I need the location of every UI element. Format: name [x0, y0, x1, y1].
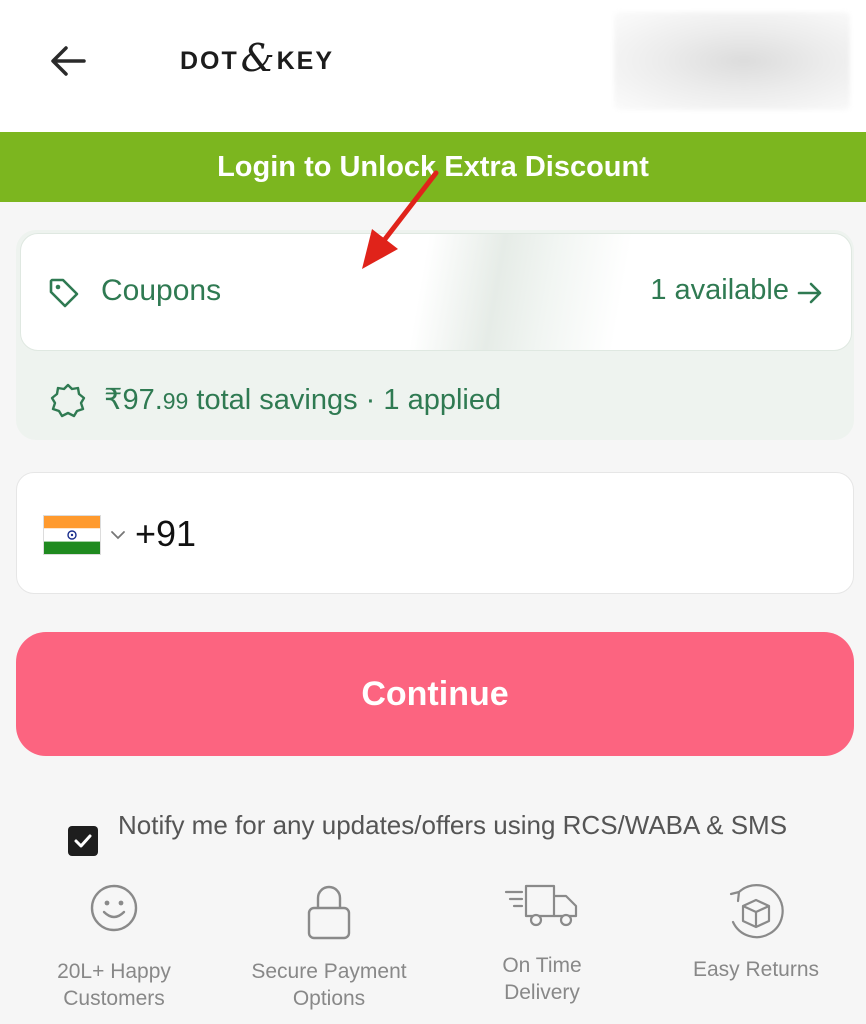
- india-flag-icon: [43, 515, 101, 555]
- arrow-right-icon: [797, 282, 822, 304]
- phone-field[interactable]: [16, 472, 854, 594]
- back-button[interactable]: [40, 38, 96, 84]
- chevron-down-icon: [111, 531, 125, 540]
- continue-button[interactable]: Continue: [16, 632, 854, 756]
- annotation-arrow-icon: [362, 170, 439, 269]
- feature-happy-customers: 20L+ Happy Customers: [34, 882, 194, 1012]
- checkmark-icon: [74, 834, 92, 848]
- coupons-available: 1 available: [650, 274, 789, 306]
- feature-line2: Delivery: [504, 981, 580, 1004]
- feature-on-time-delivery: On Time Delivery: [472, 882, 612, 1006]
- feature-secure-payment: Secure Payment Options: [232, 882, 426, 1012]
- country-selector[interactable]: [43, 513, 137, 557]
- returns-box-icon: [729, 884, 784, 939]
- feature-line1: 20L+ Happy: [57, 960, 171, 983]
- feature-line1: Secure Payment: [251, 960, 407, 983]
- feature-line1: On Time: [502, 954, 582, 977]
- arrow-left-icon: [51, 46, 86, 76]
- notify-checkbox[interactable]: [68, 826, 98, 856]
- truck-icon: [504, 884, 578, 927]
- total-savings-text: ₹97.99 total savings · 1 applied: [104, 382, 501, 417]
- badge-icon: [50, 383, 86, 418]
- logo-text-left: DOT: [180, 46, 239, 75]
- coupons-label: Coupons: [101, 274, 222, 307]
- continue-label: Continue: [361, 674, 509, 713]
- phone-number-input[interactable]: [135, 511, 825, 557]
- header: DOT & KEY: [0, 0, 866, 132]
- feature-line2: Options: [292, 987, 366, 1010]
- logo-ampersand: &: [240, 36, 275, 80]
- logo-text-right: KEY: [276, 46, 335, 75]
- feature-line2: Customers: [63, 987, 165, 1010]
- savings-amount: ₹97.: [104, 384, 163, 416]
- feature-line1: Easy Returns: [692, 958, 820, 981]
- tag-icon: [49, 278, 79, 308]
- savings-suffix: total savings · 1 applied: [188, 384, 502, 416]
- smiley-icon: [90, 884, 138, 932]
- savings-paise: 99: [162, 388, 189, 414]
- lock-icon: [307, 885, 351, 940]
- feature-easy-returns: Easy Returns: [676, 882, 836, 983]
- brand-logo[interactable]: DOT & KEY: [180, 36, 335, 84]
- notify-label: Notify me for any updates/offers using R…: [118, 810, 788, 840]
- blurred-header-region: [614, 12, 850, 110]
